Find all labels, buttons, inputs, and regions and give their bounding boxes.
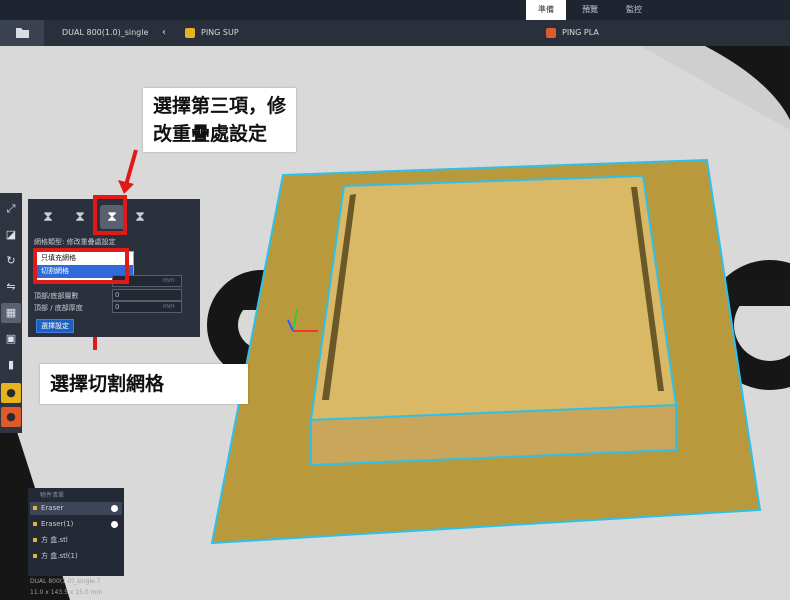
material-label: PING SUP <box>201 28 239 37</box>
support-mesh-icon[interactable]: ⧗ <box>68 205 92 229</box>
callout-select-cutting-mesh: 選擇切割網格 <box>40 364 248 404</box>
callout-line-1: 選擇第三項，修 <box>153 95 287 117</box>
object-name: Eraser <box>41 504 64 512</box>
visibility-toggle-icon[interactable] <box>111 521 118 528</box>
extruder-2-icon[interactable]: ● <box>1 407 21 427</box>
object-row[interactable]: Eraser(1) <box>30 518 122 531</box>
project-bar: DUAL 800(1.0)_single ‹ PING SUP PING PLA <box>0 20 790 46</box>
black-band-right <box>720 280 790 306</box>
move-tool-icon[interactable]: ⤢ <box>1 199 21 219</box>
per-model-settings-icon[interactable]: ▦ <box>1 303 21 323</box>
material-icon <box>546 27 556 38</box>
rotate-tool-icon[interactable]: ↻ <box>1 251 21 271</box>
visibility-toggle-icon[interactable] <box>111 505 118 512</box>
object-row[interactable]: 方 盒.stl <box>30 534 122 547</box>
object-color-dot <box>33 537 37 542</box>
top-bar: 準備 預覽 監控 <box>0 0 790 20</box>
object-list-panel: 物件清單 Eraser Eraser(1) 方 盒.stl 方 盒.stl(1) <box>28 488 124 576</box>
setting-unit: mm <box>163 277 175 284</box>
object-name: 方 盒.stl(1) <box>41 552 78 560</box>
chevron-left-icon[interactable]: ‹ <box>162 20 166 46</box>
thickness-unit: mm <box>163 303 175 310</box>
no-support-mesh-icon[interactable]: ⧗ <box>128 205 152 229</box>
material-icon <box>185 27 195 38</box>
object-row[interactable]: Eraser <box>30 502 122 515</box>
cylinder-tool-icon[interactable]: ▮ <box>1 355 21 375</box>
model-dimensions: 11.0 x 143.5 x 15.0 mm <box>30 589 103 596</box>
project-name[interactable]: DUAL 800(1.0)_single <box>62 20 148 46</box>
object-list-header[interactable]: 物件清單 <box>40 490 64 499</box>
object-name: Eraser(1) <box>41 520 74 528</box>
mirror-tool-icon[interactable]: ⇋ <box>1 277 21 297</box>
top-bottom-layers-label: 頂部/底部層數 <box>34 292 79 300</box>
highlight-modify-overlap <box>93 195 127 235</box>
top-bottom-layers-input[interactable]: 0 <box>112 289 182 301</box>
top-bottom-thickness-label: 頂部 / 底部厚度 <box>34 304 83 312</box>
tab-preview[interactable]: 預覽 <box>570 0 610 20</box>
box-top-face <box>309 174 678 422</box>
support-blocker-icon[interactable]: ▣ <box>1 329 21 349</box>
highlight-dropdown <box>33 248 129 284</box>
select-settings-button[interactable]: 選擇設定 <box>36 319 74 333</box>
tab-prepare[interactable]: 準備 <box>526 0 566 20</box>
machine-info: DUAL 800(1.0)_single 7 <box>30 578 101 585</box>
mesh-type-heading: 網格類型: 修改重疊處設定 <box>34 238 116 246</box>
object-color-dot <box>33 553 37 558</box>
extruder-1-icon[interactable]: ● <box>1 383 21 403</box>
material-label: PING PLA <box>562 28 599 37</box>
callout-select-third: 選擇第三項，修 改重疊處設定 <box>143 88 297 152</box>
object-row[interactable]: 方 盒.stl(1) <box>30 550 122 563</box>
object-color-dot <box>33 521 37 526</box>
left-toolbar: ⤢ ◪ ↻ ⇋ ▦ ▣ ▮ ● ● <box>0 193 22 433</box>
folder-icon <box>16 28 29 38</box>
material-extruder-2[interactable]: PING PLA <box>546 20 599 46</box>
object-color-dot <box>33 505 37 510</box>
open-folder-button[interactable] <box>0 20 44 46</box>
material-extruder-1[interactable]: PING SUP <box>185 20 239 46</box>
object-name: 方 盒.stl <box>41 536 68 544</box>
scale-tool-icon[interactable]: ◪ <box>1 225 21 245</box>
callout-line-2: 改重疊處設定 <box>153 123 268 145</box>
normal-model-icon[interactable]: ⧗ <box>36 205 60 229</box>
tab-monitor[interactable]: 監控 <box>614 0 654 20</box>
